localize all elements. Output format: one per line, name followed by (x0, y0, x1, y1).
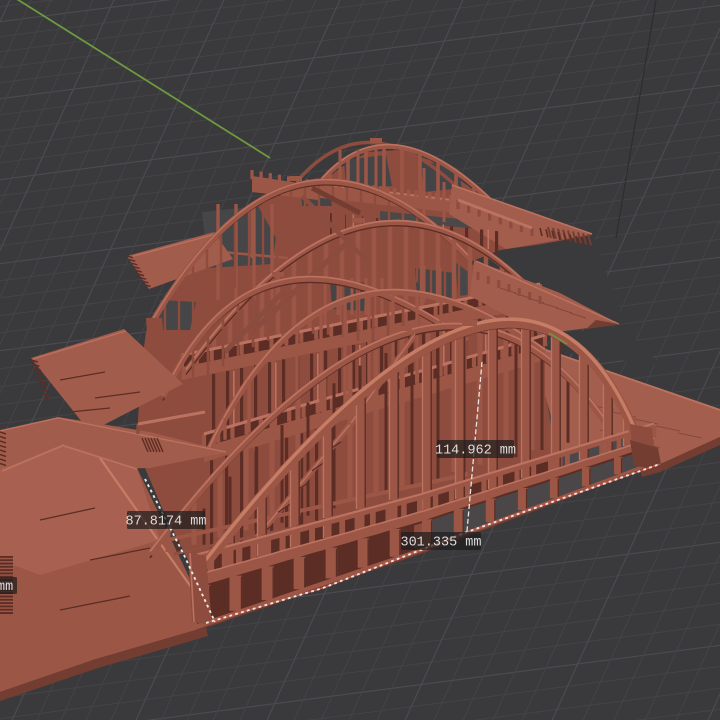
svg-text:87.8174 mm: 87.8174 mm (125, 515, 206, 530)
svg-text:114.962 mm: 114.962 mm (435, 444, 516, 459)
svg-text:301.335 mm: 301.335 mm (400, 536, 481, 551)
svg-text:mm: mm (0, 580, 13, 595)
